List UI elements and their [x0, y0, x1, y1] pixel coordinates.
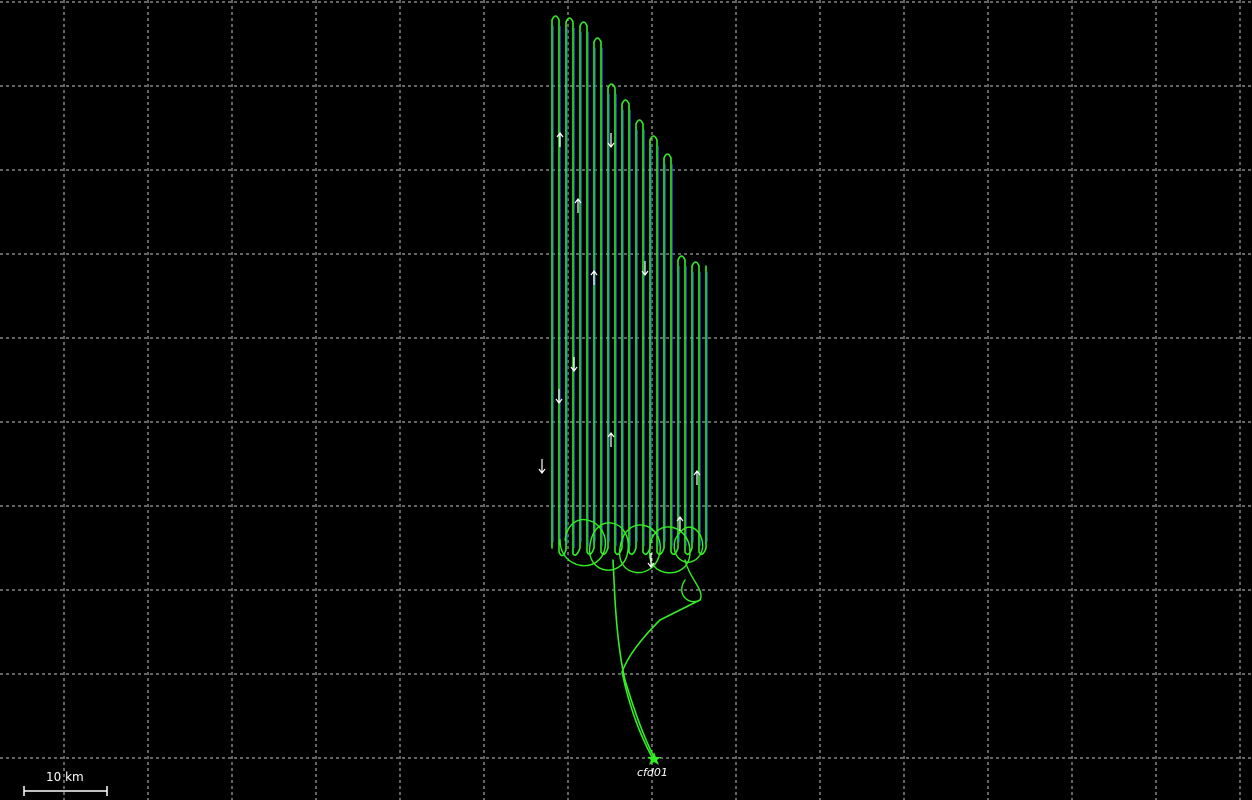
map-background	[0, 0, 1252, 800]
flight-track-map[interactable]: cfd01 10 km	[0, 0, 1252, 800]
waypoint-label: cfd01	[637, 766, 668, 779]
scale-bar-label: 10 km	[46, 770, 84, 784]
